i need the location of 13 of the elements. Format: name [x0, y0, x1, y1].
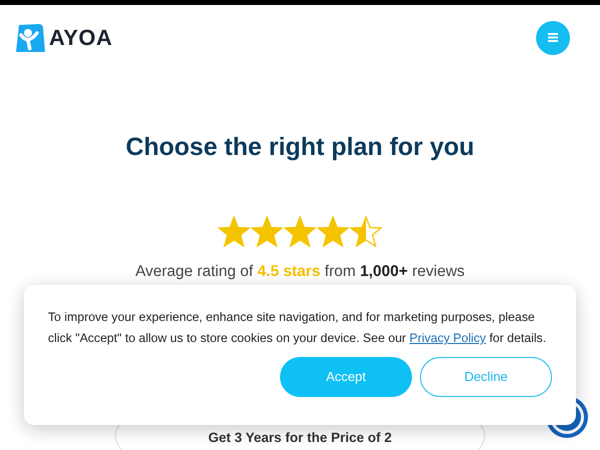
star-icon — [251, 216, 283, 248]
menu-icon — [548, 33, 558, 42]
rating-text: Average rating of 4.5 stars from 1,000+ reviews — [134, 262, 466, 282]
cookie-message: To improve your experience, enhance site navigation, and for marketing purposes, please click "Accept" to allow us to store cookies on your device. See our Privacy Policy for details. — [48, 309, 548, 347]
logo-text: AYOA — [49, 24, 113, 52]
star-icon — [317, 216, 349, 248]
star-icon — [284, 216, 316, 248]
menu-button[interactable] — [536, 20, 570, 54]
star-icon — [350, 216, 382, 248]
page-title: Choose the right plan for you — [124, 132, 476, 162]
privacy-policy-link[interactable]: Privacy Policy — [409, 331, 486, 345]
logo-icon — [15, 22, 45, 52]
star-icon — [218, 216, 250, 248]
